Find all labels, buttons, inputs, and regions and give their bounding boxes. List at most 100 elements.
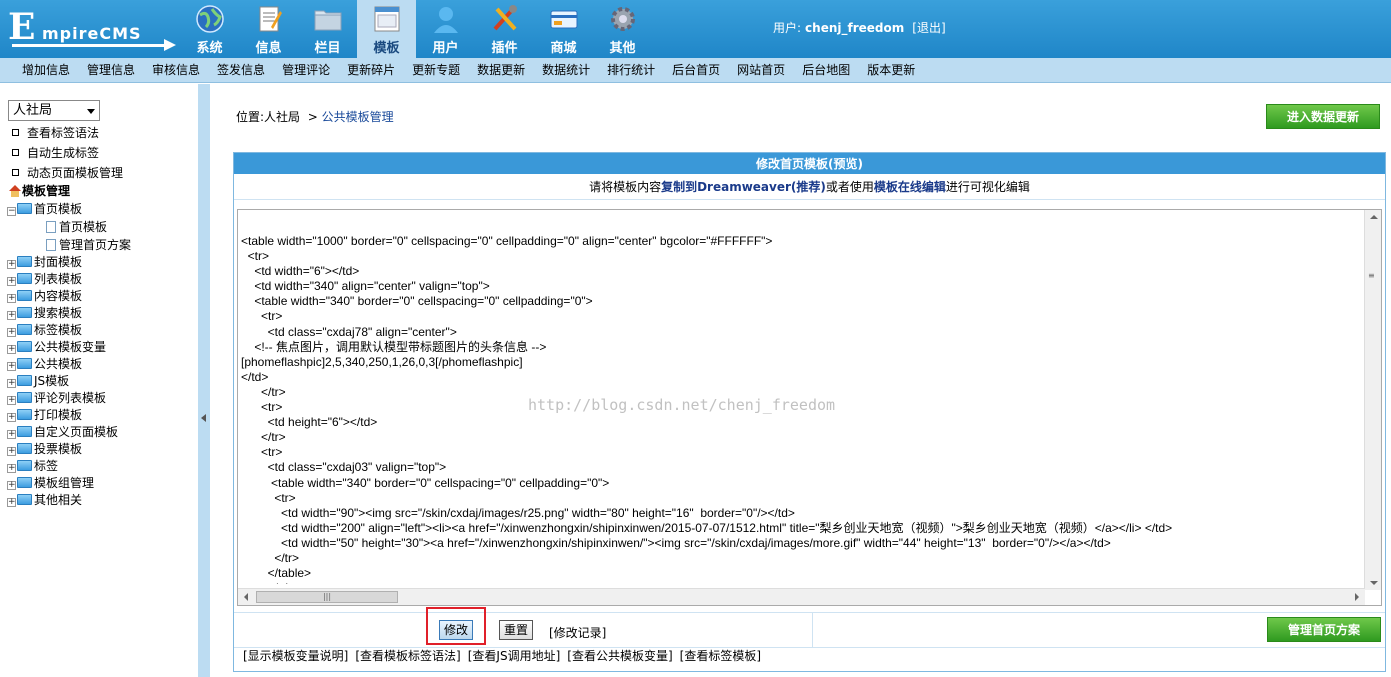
tree-node[interactable]: + 列表模板 (7, 271, 82, 288)
nav-shop[interactable]: 商城 (534, 0, 593, 58)
code-line: <table width="340" border="0" cellspacin… (241, 294, 593, 309)
submenu-item[interactable]: 数据统计 (542, 58, 590, 83)
tree-node-root[interactable]: − 首页模板 (7, 201, 82, 218)
collapse-icon[interactable]: − (7, 207, 16, 216)
nav-other[interactable]: 其他 (593, 0, 652, 58)
tree-node-label: 列表模板 (34, 272, 83, 286)
empirecms-logo[interactable]: E mpireCMS (6, 8, 176, 51)
bottom-link[interactable]: [查看标签模板] (680, 649, 761, 663)
tree-node-label: 公共模板变量 (34, 340, 107, 354)
expand-icon[interactable]: + (7, 379, 16, 388)
submenu-item[interactable]: 管理信息 (87, 58, 135, 83)
expand-icon[interactable]: + (7, 396, 16, 405)
tree-node-label: 公共模板 (34, 357, 83, 371)
expand-icon[interactable]: + (7, 413, 16, 422)
tree-node[interactable]: + 模板组管理 (7, 475, 94, 492)
site-select[interactable]: 人社局 (8, 100, 100, 121)
submenu-item[interactable]: 排行统计 (607, 58, 655, 83)
breadcrumb-link[interactable]: 公共模板管理 (322, 110, 394, 124)
submenu-item[interactable]: 后台地图 (802, 58, 850, 83)
submenu-item[interactable]: 管理评论 (282, 58, 330, 83)
data-update-button[interactable]: 进入数据更新 (1266, 104, 1380, 129)
nav-system[interactable]: 系统 (180, 0, 239, 58)
expand-icon[interactable]: + (7, 345, 16, 354)
scroll-down-icon (1370, 581, 1378, 585)
submenu-item[interactable]: 更新碎片 (347, 58, 395, 83)
horizontal-scrollbar[interactable]: ||| (238, 588, 1365, 605)
nav-info[interactable]: 信息 (239, 0, 298, 58)
nav-plugin[interactable]: 插件 (475, 0, 534, 58)
reset-button[interactable]: 重置 (499, 620, 534, 640)
tree-node[interactable]: + 封面模板 (7, 254, 82, 271)
tree-node[interactable]: + 内容模板 (7, 288, 82, 305)
tip-text: 或者使用 (825, 180, 874, 194)
submenu-item[interactable]: 更新专题 (412, 58, 460, 83)
code-line: <tr> (241, 490, 296, 505)
code-line: <td class="cxdaj03" valign="top"> (241, 460, 447, 475)
code-line: </tr> (241, 430, 286, 445)
tree-node-label: 评论列表模板 (34, 391, 107, 405)
modify-button[interactable]: 修改 (439, 620, 474, 640)
expand-icon[interactable]: + (7, 277, 16, 286)
bottom-link[interactable]: [查看JS调用地址] (468, 649, 561, 663)
tree-node[interactable]: + 评论列表模板 (7, 390, 106, 407)
bottom-link[interactable]: [显示模板变量说明] (243, 649, 348, 663)
tree-node[interactable]: + 自定义页面模板 (7, 424, 118, 441)
expand-icon[interactable]: + (7, 328, 16, 337)
action-bar: 修改 重置 [修改记录] 管理首页方案 (234, 607, 1385, 647)
submenu-item[interactable]: 审核信息 (152, 58, 200, 83)
user-info: 用户: chenj_freedom [退出] (773, 19, 946, 36)
expand-icon[interactable]: + (7, 311, 16, 320)
submenu-item[interactable]: 版本更新 (867, 58, 915, 83)
expand-icon[interactable]: + (7, 481, 16, 490)
tree-node[interactable]: + 标签 (7, 458, 58, 475)
bottom-link[interactable]: [查看公共模板变量] (567, 649, 672, 663)
manage-scheme-button[interactable]: 管理首页方案 (1267, 617, 1381, 642)
horizontal-scroll-thumb[interactable]: ||| (256, 591, 398, 603)
tree-node[interactable]: + 其他相关 (7, 492, 82, 509)
nav-info-label: 信息 (255, 41, 282, 56)
tree-node-child[interactable]: 管理首页方案 (46, 237, 131, 254)
sidebar-link-tag-syntax[interactable]: 查看标签语法 (12, 124, 99, 141)
tree-node[interactable]: + JS模板 (7, 373, 69, 390)
bottom-link[interactable]: [查看模板标签语法] (355, 649, 460, 663)
breadcrumb-site: 人社局 (264, 110, 301, 124)
sidebar-splitter[interactable] (198, 84, 210, 677)
tree-node[interactable]: + 公共模板变量 (7, 339, 106, 356)
tree-node[interactable]: + 打印模板 (7, 407, 82, 424)
template-code-textarea[interactable]: <table width="1000" border="0" cellspaci… (237, 209, 1382, 606)
code-line: <td height="6"></td> (241, 415, 378, 430)
vertical-scrollbar[interactable]: ≡ (1364, 210, 1381, 590)
expand-icon[interactable]: + (7, 464, 16, 473)
code-line: </table> (241, 566, 312, 581)
submenu-item[interactable]: 增加信息 (22, 58, 70, 83)
history-link[interactable]: [修改记录] (549, 624, 606, 641)
expand-icon[interactable]: + (7, 430, 16, 439)
page-icon (46, 238, 56, 251)
nav-template[interactable]: 模板 (357, 0, 416, 58)
expand-icon[interactable]: + (7, 294, 16, 303)
expand-icon[interactable]: + (7, 260, 16, 269)
expand-icon[interactable]: + (7, 498, 16, 507)
expand-icon[interactable]: + (7, 447, 16, 456)
user-name: chenj_freedom (805, 21, 905, 35)
sidebar-link-auto-tag[interactable]: 自动生成标签 (12, 144, 99, 161)
nav-user[interactable]: 用户 (416, 0, 475, 58)
tree-title-label: 模板管理 (22, 184, 71, 198)
tree-node[interactable]: + 投票模板 (7, 441, 82, 458)
tree-node-child[interactable]: 首页模板 (46, 219, 107, 236)
code-line: <td width="6"></td> (241, 264, 360, 279)
sidebar-link-dynamic-page[interactable]: 动态页面模板管理 (12, 164, 123, 181)
tree-node[interactable]: + 搜索模板 (7, 305, 82, 322)
submenu-item[interactable]: 网站首页 (737, 58, 785, 83)
code-line: <table width="340" border="0" cellspacin… (241, 475, 610, 490)
expand-icon[interactable]: + (7, 362, 16, 371)
submenu-item[interactable]: 签发信息 (217, 58, 265, 83)
nav-column[interactable]: 栏目 (298, 0, 357, 58)
folder-icon (17, 203, 32, 214)
logout-link[interactable]: [退出] (912, 21, 945, 35)
tree-node[interactable]: + 公共模板 (7, 356, 82, 373)
tree-node[interactable]: + 标签模板 (7, 322, 82, 339)
submenu-item[interactable]: 数据更新 (477, 58, 525, 83)
submenu-item[interactable]: 后台首页 (672, 58, 720, 83)
